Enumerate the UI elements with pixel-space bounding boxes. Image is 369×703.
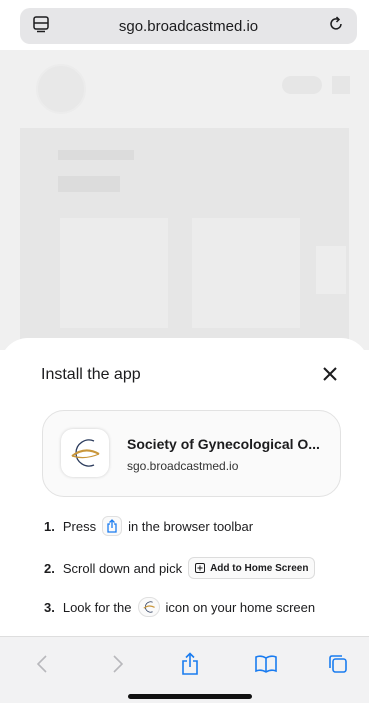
- step-text: in the browser toolbar: [128, 518, 254, 534]
- blurred-card: [316, 246, 346, 294]
- address-bar[interactable]: sgo.broadcastmed.io: [20, 8, 357, 44]
- blurred-card: [60, 218, 168, 328]
- forward-icon[interactable]: [112, 654, 124, 674]
- step-number: 3.: [44, 599, 55, 615]
- app-card: Society of Gynecological O... sgo.broadc…: [42, 410, 341, 497]
- blurred-button: [282, 76, 322, 94]
- app-domain: sgo.broadcastmed.io: [127, 459, 239, 473]
- sgo-logo-icon: [61, 429, 109, 477]
- bookmarks-icon[interactable]: [254, 654, 278, 674]
- blurred-menu: [332, 76, 350, 94]
- chip-label: Add to Home Screen: [210, 562, 309, 574]
- sheet-title: Install the app: [41, 366, 141, 383]
- app-name: Society of Gynecological O...: [127, 436, 320, 452]
- share-icon: [102, 516, 123, 536]
- back-icon[interactable]: [36, 654, 48, 674]
- back-button[interactable]: [28, 651, 56, 677]
- reload-icon[interactable]: [327, 15, 345, 38]
- add-square-icon: [195, 563, 206, 573]
- tabs-button[interactable]: [324, 651, 352, 677]
- blurred-card: [192, 218, 300, 328]
- blurred-panel: [20, 128, 349, 368]
- tab-menu-icon[interactable]: [32, 15, 50, 38]
- blurred-heading: [58, 176, 120, 192]
- browser-toolbar: [0, 636, 369, 703]
- background-page: [0, 50, 369, 368]
- close-icon[interactable]: [323, 367, 337, 381]
- forward-button[interactable]: [104, 651, 132, 677]
- blurred-text: [58, 150, 134, 160]
- step-text: icon on your home screen: [165, 599, 316, 615]
- add-to-home-screen-chip: Add to Home Screen: [188, 557, 316, 579]
- share-icon[interactable]: [181, 652, 199, 676]
- step-number: 1.: [44, 518, 55, 534]
- close-button[interactable]: [318, 362, 342, 386]
- step-1: 1. Press in the browser toolbar: [44, 516, 253, 536]
- step-3: 3. Look for the icon on your home screen: [44, 597, 315, 617]
- bookmarks-button[interactable]: [252, 651, 280, 677]
- blurred-logo: [36, 64, 86, 114]
- home-indicator: [128, 694, 252, 699]
- step-text: Scroll down and pick: [62, 560, 183, 576]
- step-number: 2.: [44, 560, 55, 576]
- sgo-logo-icon: [137, 597, 160, 617]
- step-text: Look for the: [62, 599, 132, 615]
- install-sheet: Install the app Society of Gynecological…: [0, 338, 369, 638]
- step-2: 2. Scroll down and pick Add to Home Scre…: [44, 557, 316, 579]
- step-text: Press: [62, 518, 97, 534]
- url-text[interactable]: sgo.broadcastmed.io: [119, 18, 258, 35]
- tabs-icon[interactable]: [327, 653, 349, 675]
- share-button[interactable]: [176, 651, 204, 677]
